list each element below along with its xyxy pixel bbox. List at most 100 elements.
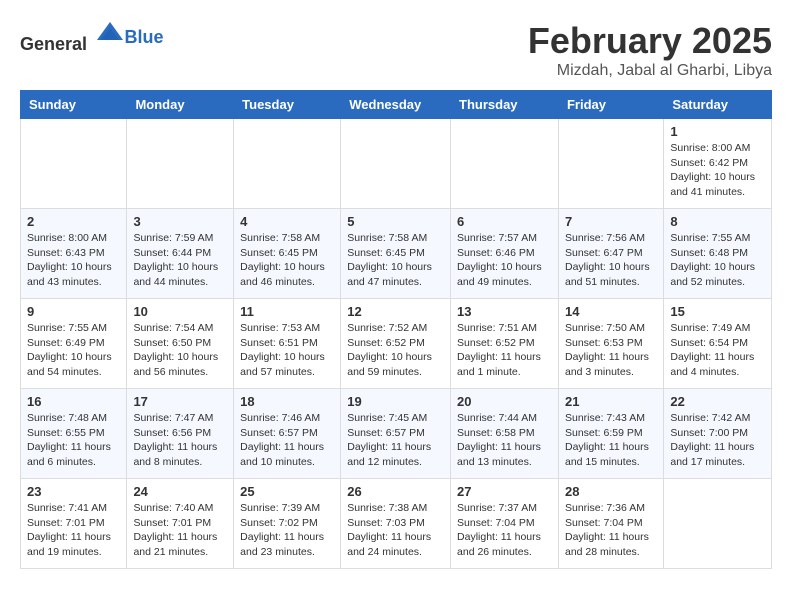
day-header-friday: Friday xyxy=(558,91,663,119)
calendar-cell: 1 Sunrise: 8:00 AM Sunset: 6:42 PM Daylig… xyxy=(664,119,772,209)
day-number: 28 xyxy=(565,484,657,499)
day-info: Sunrise: 7:56 AM Sunset: 6:47 PM Dayligh… xyxy=(565,231,657,290)
calendar-cell: 28 Sunrise: 7:36 AM Sunset: 7:04 PM Dayli… xyxy=(558,479,663,569)
day-number: 9 xyxy=(27,304,120,319)
location-title: Mizdah, Jabal al Gharbi, Libya xyxy=(528,62,772,80)
day-info: Sunrise: 7:40 AM Sunset: 7:01 PM Dayligh… xyxy=(133,501,227,560)
calendar-cell xyxy=(21,119,127,209)
calendar-cell: 26 Sunrise: 7:38 AM Sunset: 7:03 PM Dayli… xyxy=(341,479,451,569)
calendar-cell xyxy=(341,119,451,209)
calendar-cell: 24 Sunrise: 7:40 AM Sunset: 7:01 PM Dayli… xyxy=(127,479,234,569)
calendar-cell: 17 Sunrise: 7:47 AM Sunset: 6:56 PM Dayli… xyxy=(127,389,234,479)
day-info: Sunrise: 7:49 AM Sunset: 6:54 PM Dayligh… xyxy=(670,321,765,380)
day-info: Sunrise: 7:41 AM Sunset: 7:01 PM Dayligh… xyxy=(27,501,120,560)
logo-icon xyxy=(95,20,125,50)
day-info: Sunrise: 8:00 AM Sunset: 6:43 PM Dayligh… xyxy=(27,231,120,290)
day-number: 8 xyxy=(670,214,765,229)
day-info: Sunrise: 7:48 AM Sunset: 6:55 PM Dayligh… xyxy=(27,411,120,470)
logo-general-text: General xyxy=(20,34,87,54)
day-number: 7 xyxy=(565,214,657,229)
day-info: Sunrise: 7:45 AM Sunset: 6:57 PM Dayligh… xyxy=(347,411,444,470)
day-number: 17 xyxy=(133,394,227,409)
day-number: 5 xyxy=(347,214,444,229)
day-info: Sunrise: 7:47 AM Sunset: 6:56 PM Dayligh… xyxy=(133,411,227,470)
calendar-cell: 5 Sunrise: 7:58 AM Sunset: 6:45 PM Daylig… xyxy=(341,209,451,299)
calendar-cell: 14 Sunrise: 7:50 AM Sunset: 6:53 PM Dayli… xyxy=(558,299,663,389)
day-info: Sunrise: 8:00 AM Sunset: 6:42 PM Dayligh… xyxy=(670,141,765,200)
day-number: 3 xyxy=(133,214,227,229)
calendar-cell: 3 Sunrise: 7:59 AM Sunset: 6:44 PM Daylig… xyxy=(127,209,234,299)
day-info: Sunrise: 7:37 AM Sunset: 7:04 PM Dayligh… xyxy=(457,501,552,560)
logo: General Blue xyxy=(20,20,164,55)
calendar-table: SundayMondayTuesdayWednesdayThursdayFrid… xyxy=(20,90,772,569)
day-number: 26 xyxy=(347,484,444,499)
day-info: Sunrise: 7:44 AM Sunset: 6:58 PM Dayligh… xyxy=(457,411,552,470)
page-header: General Blue February 2025 Mizdah, Jabal… xyxy=(20,20,772,80)
day-header-thursday: Thursday xyxy=(451,91,559,119)
day-info: Sunrise: 7:58 AM Sunset: 6:45 PM Dayligh… xyxy=(347,231,444,290)
calendar-cell: 13 Sunrise: 7:51 AM Sunset: 6:52 PM Dayli… xyxy=(451,299,559,389)
day-number: 12 xyxy=(347,304,444,319)
day-number: 18 xyxy=(240,394,334,409)
calendar-cell xyxy=(558,119,663,209)
calendar-week-row: 16Sunrise: 7:48 AM Sunset: 6:55 PM Dayli… xyxy=(21,389,772,479)
day-number: 1 xyxy=(670,124,765,139)
day-number: 22 xyxy=(670,394,765,409)
calendar-cell: 12Sunrise: 7:52 AM Sunset: 6:52 PM Dayli… xyxy=(341,299,451,389)
calendar-cell: 20 Sunrise: 7:44 AM Sunset: 6:58 PM Dayli… xyxy=(451,389,559,479)
day-info: Sunrise: 7:57 AM Sunset: 6:46 PM Dayligh… xyxy=(457,231,552,290)
calendar-cell: 19 Sunrise: 7:45 AM Sunset: 6:57 PM Dayli… xyxy=(341,389,451,479)
day-number: 23 xyxy=(27,484,120,499)
calendar-cell xyxy=(451,119,559,209)
day-info: Sunrise: 7:46 AM Sunset: 6:57 PM Dayligh… xyxy=(240,411,334,470)
calendar-cell: 11 Sunrise: 7:53 AM Sunset: 6:51 PM Dayli… xyxy=(234,299,341,389)
day-number: 6 xyxy=(457,214,552,229)
calendar-cell: 21Sunrise: 7:43 AM Sunset: 6:59 PM Dayli… xyxy=(558,389,663,479)
day-info: Sunrise: 7:43 AM Sunset: 6:59 PM Dayligh… xyxy=(565,411,657,470)
calendar-cell: 15Sunrise: 7:49 AM Sunset: 6:54 PM Dayli… xyxy=(664,299,772,389)
calendar-cell: 9 Sunrise: 7:55 AM Sunset: 6:49 PM Daylig… xyxy=(21,299,127,389)
day-info: Sunrise: 7:36 AM Sunset: 7:04 PM Dayligh… xyxy=(565,501,657,560)
day-info: Sunrise: 7:59 AM Sunset: 6:44 PM Dayligh… xyxy=(133,231,227,290)
logo-blue-text: Blue xyxy=(125,27,164,47)
day-info: Sunrise: 7:38 AM Sunset: 7:03 PM Dayligh… xyxy=(347,501,444,560)
title-area: February 2025 Mizdah, Jabal al Gharbi, L… xyxy=(528,20,772,80)
calendar-cell: 25 Sunrise: 7:39 AM Sunset: 7:02 PM Dayli… xyxy=(234,479,341,569)
day-header-tuesday: Tuesday xyxy=(234,91,341,119)
day-number: 25 xyxy=(240,484,334,499)
day-info: Sunrise: 7:50 AM Sunset: 6:53 PM Dayligh… xyxy=(565,321,657,380)
calendar-header-row: SundayMondayTuesdayWednesdayThursdayFrid… xyxy=(21,91,772,119)
month-title: February 2025 xyxy=(528,20,772,62)
calendar-cell xyxy=(664,479,772,569)
day-info: Sunrise: 7:51 AM Sunset: 6:52 PM Dayligh… xyxy=(457,321,552,380)
calendar-cell: 27 Sunrise: 7:37 AM Sunset: 7:04 PM Dayli… xyxy=(451,479,559,569)
day-info: Sunrise: 7:53 AM Sunset: 6:51 PM Dayligh… xyxy=(240,321,334,380)
calendar-cell: 10 Sunrise: 7:54 AM Sunset: 6:50 PM Dayli… xyxy=(127,299,234,389)
calendar-cell: 22 Sunrise: 7:42 AM Sunset: 7:00 PM Dayli… xyxy=(664,389,772,479)
day-info: Sunrise: 7:39 AM Sunset: 7:02 PM Dayligh… xyxy=(240,501,334,560)
day-number: 11 xyxy=(240,304,334,319)
calendar-week-row: 1 Sunrise: 8:00 AM Sunset: 6:42 PM Daylig… xyxy=(21,119,772,209)
day-info: Sunrise: 7:54 AM Sunset: 6:50 PM Dayligh… xyxy=(133,321,227,380)
calendar-cell: 7 Sunrise: 7:56 AM Sunset: 6:47 PM Daylig… xyxy=(558,209,663,299)
day-number: 14 xyxy=(565,304,657,319)
day-number: 10 xyxy=(133,304,227,319)
calendar-cell xyxy=(127,119,234,209)
day-header-wednesday: Wednesday xyxy=(341,91,451,119)
day-info: Sunrise: 7:42 AM Sunset: 7:00 PM Dayligh… xyxy=(670,411,765,470)
calendar-cell: 8 Sunrise: 7:55 AM Sunset: 6:48 PM Daylig… xyxy=(664,209,772,299)
calendar-week-row: 23 Sunrise: 7:41 AM Sunset: 7:01 PM Dayli… xyxy=(21,479,772,569)
day-info: Sunrise: 7:55 AM Sunset: 6:48 PM Dayligh… xyxy=(670,231,765,290)
day-number: 13 xyxy=(457,304,552,319)
day-number: 19 xyxy=(347,394,444,409)
day-number: 27 xyxy=(457,484,552,499)
day-info: Sunrise: 7:55 AM Sunset: 6:49 PM Dayligh… xyxy=(27,321,120,380)
calendar-week-row: 2 Sunrise: 8:00 AM Sunset: 6:43 PM Daylig… xyxy=(21,209,772,299)
calendar-cell: 4Sunrise: 7:58 AM Sunset: 6:45 PM Daylig… xyxy=(234,209,341,299)
day-number: 2 xyxy=(27,214,120,229)
day-number: 4 xyxy=(240,214,334,229)
day-number: 20 xyxy=(457,394,552,409)
day-number: 24 xyxy=(133,484,227,499)
calendar-cell: 2 Sunrise: 8:00 AM Sunset: 6:43 PM Daylig… xyxy=(21,209,127,299)
calendar-cell: 18 Sunrise: 7:46 AM Sunset: 6:57 PM Dayli… xyxy=(234,389,341,479)
